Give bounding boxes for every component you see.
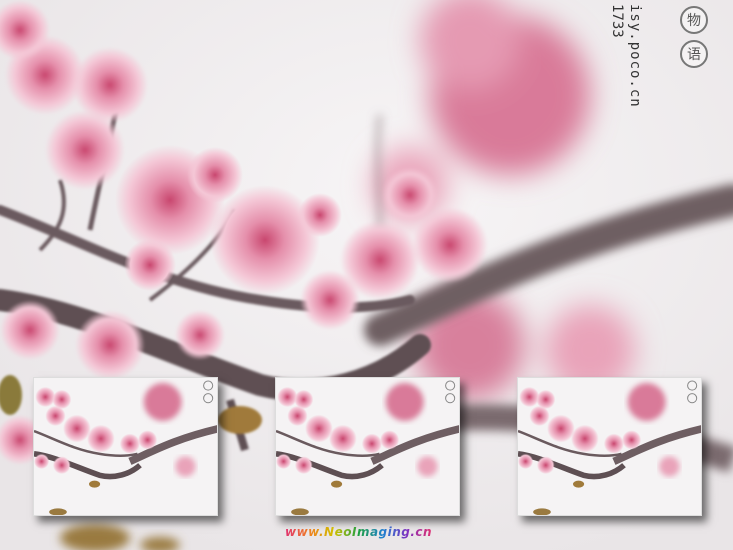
thumbnail-1-image — [34, 378, 218, 516]
watermark-seals: 物 语 — [680, 6, 708, 68]
watermark-url-text: isy.poco.cn — [627, 4, 643, 108]
thumbnail-2-image — [276, 378, 460, 516]
watermark-id: 1733 — [609, 4, 625, 38]
thumbnail-3[interactable] — [517, 377, 702, 516]
seal-2: 语 — [680, 40, 708, 68]
seal-1: 物 — [680, 6, 708, 34]
photo-watermark-url: isy.poco.cn — [627, 4, 643, 108]
thumbnail-2[interactable] — [275, 377, 460, 516]
footer-credit: www.NeoImaging.cn — [285, 525, 433, 539]
thumbnail-3-image — [518, 378, 702, 516]
thumbnail-1[interactable] — [33, 377, 218, 516]
